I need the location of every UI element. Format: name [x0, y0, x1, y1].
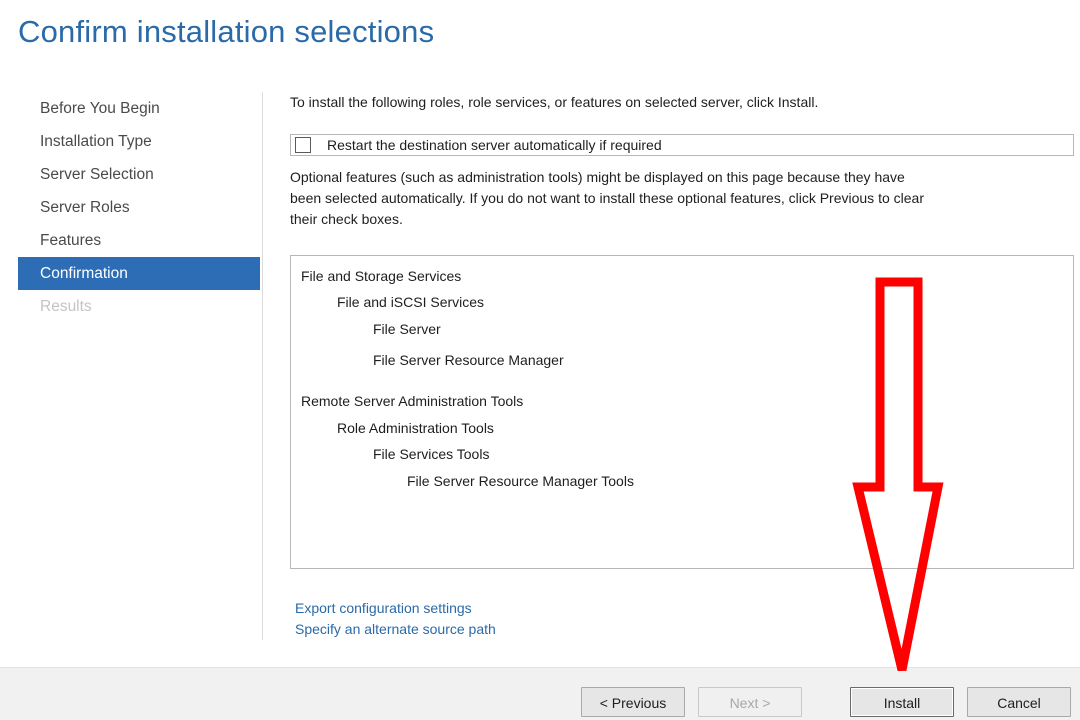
- links-area: Export configuration settings Specify an…: [295, 598, 496, 640]
- nav-divider: [262, 92, 263, 640]
- restart-checkbox-label: Restart the destination server automatic…: [327, 137, 662, 153]
- nav-item-server-roles[interactable]: Server Roles: [18, 191, 260, 224]
- nav-item-before-you-begin[interactable]: Before You Begin: [18, 92, 260, 125]
- nav-item-features[interactable]: Features: [18, 224, 260, 257]
- previous-button[interactable]: < Previous: [581, 687, 685, 717]
- optional-features-note: Optional features (such as administratio…: [290, 167, 1070, 230]
- restart-checkbox[interactable]: [295, 137, 311, 153]
- selection-item: Remote Server Administration Tools: [301, 393, 524, 409]
- selection-item: File Server: [373, 321, 441, 337]
- nav-item-installation-type[interactable]: Installation Type: [18, 125, 260, 158]
- selection-item: Role Administration Tools: [337, 420, 494, 436]
- optional-note-line: Optional features (such as administratio…: [290, 169, 905, 185]
- export-configuration-link[interactable]: Export configuration settings: [295, 598, 496, 619]
- selection-item: File Services Tools: [373, 446, 490, 462]
- wizard-nav: Before You Begin Installation Type Serve…: [18, 92, 260, 323]
- page-title: Confirm installation selections: [18, 14, 435, 49]
- selection-list[interactable]: File and Storage Services File and iSCSI…: [290, 255, 1074, 569]
- cancel-button[interactable]: Cancel: [967, 687, 1071, 717]
- install-button[interactable]: Install: [850, 687, 954, 717]
- restart-checkbox-row[interactable]: Restart the destination server automatic…: [290, 134, 1074, 156]
- optional-note-line: been selected automatically. If you do n…: [290, 190, 924, 206]
- optional-note-line: their check boxes.: [290, 211, 403, 227]
- intro-text: To install the following roles, role ser…: [290, 94, 819, 110]
- alternate-source-link[interactable]: Specify an alternate source path: [295, 619, 496, 640]
- nav-item-confirmation[interactable]: Confirmation: [18, 257, 260, 290]
- wizard-footer: < Previous Next > Install Cancel: [0, 667, 1080, 720]
- selection-item: File Server Resource Manager Tools: [407, 473, 634, 489]
- selection-item: File Server Resource Manager: [373, 352, 564, 368]
- confirmation-content: To install the following roles, role ser…: [290, 92, 1075, 637]
- nav-item-results: Results: [40, 298, 92, 315]
- selection-item: File and iSCSI Services: [337, 294, 485, 310]
- next-button: Next >: [698, 687, 802, 717]
- selection-item: File and Storage Services: [301, 268, 462, 284]
- nav-item-server-selection[interactable]: Server Selection: [18, 158, 260, 191]
